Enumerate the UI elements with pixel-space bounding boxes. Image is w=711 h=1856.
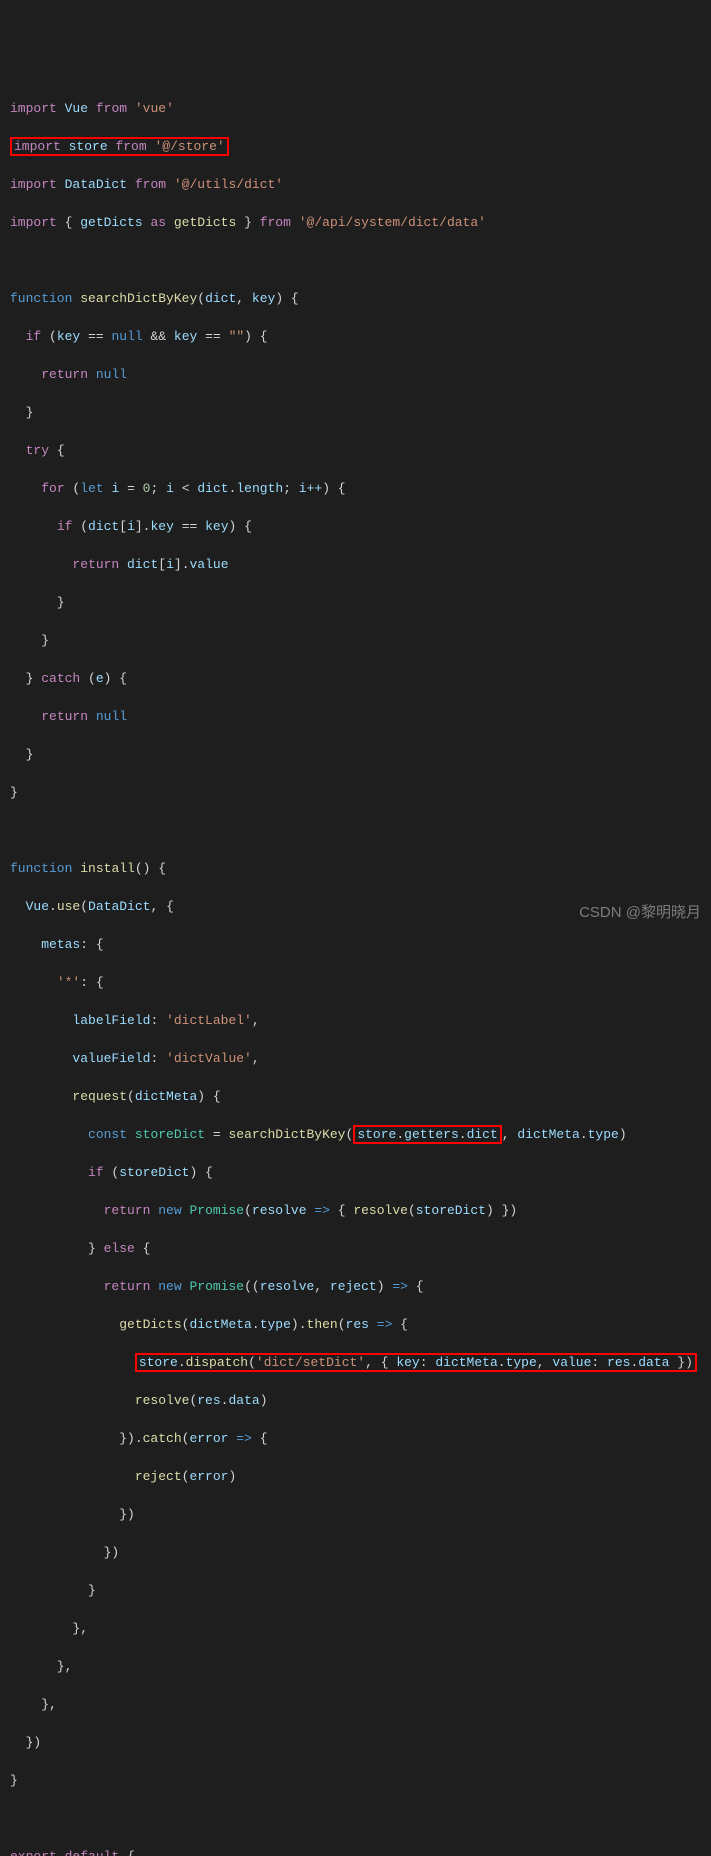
code-line: } else { [10, 1239, 711, 1258]
code-line: } [10, 1771, 711, 1790]
code-line: } catch (e) { [10, 669, 711, 688]
code-line: } [10, 593, 711, 612]
code-line: function install() { [10, 859, 711, 878]
code-line: }, [10, 1619, 711, 1638]
code-line [10, 821, 711, 840]
code-line: }) [10, 1733, 711, 1752]
code-line: }, [10, 1695, 711, 1714]
code-line: import DataDict from '@/utils/dict' [10, 175, 711, 194]
code-line: import store from '@/store' [10, 137, 711, 156]
code-line: import Vue from 'vue' [10, 99, 711, 118]
code-line: return null [10, 365, 711, 384]
code-line: if (storeDict) { [10, 1163, 711, 1182]
code-line [10, 251, 711, 270]
code-line: resolve(res.data) [10, 1391, 711, 1410]
code-line: } [10, 631, 711, 650]
watermark: CSDN @黎明晓月 [579, 903, 701, 922]
code-line: try { [10, 441, 711, 460]
code-line: } [10, 403, 711, 422]
code-line: '*': { [10, 973, 711, 992]
code-line: labelField: 'dictLabel', [10, 1011, 711, 1030]
code-line: for (let i = 0; i < dict.length; i++) { [10, 479, 711, 498]
code-line: } [10, 1581, 711, 1600]
code-line: }).catch(error => { [10, 1429, 711, 1448]
code-line: store.dispatch('dict/setDict', { key: di… [10, 1353, 711, 1372]
code-line: return null [10, 707, 711, 726]
highlight-box: store.dispatch('dict/setDict', { key: di… [135, 1353, 697, 1372]
highlight-box: import store from '@/store' [10, 137, 229, 156]
code-line: reject(error) [10, 1467, 711, 1486]
code-line: if (dict[i].key == key) { [10, 517, 711, 536]
code-line: return new Promise((resolve, reject) => … [10, 1277, 711, 1296]
code-line: request(dictMeta) { [10, 1087, 711, 1106]
code-line: if (key == null && key == "") { [10, 327, 711, 346]
code-line [10, 1809, 711, 1828]
code-line: return dict[i].value [10, 555, 711, 574]
code-line: }, [10, 1657, 711, 1676]
code-line: getDicts(dictMeta.type).then(res => { [10, 1315, 711, 1334]
highlight-box: store.getters.dict [353, 1125, 501, 1144]
code-line: }) [10, 1505, 711, 1524]
code-line: function searchDictByKey(dict, key) { [10, 289, 711, 308]
code-line: return new Promise(resolve => { resolve(… [10, 1201, 711, 1220]
code-editor[interactable]: import Vue from 'vue' import store from … [10, 80, 711, 1856]
code-line: valueField: 'dictValue', [10, 1049, 711, 1068]
code-line: }) [10, 1543, 711, 1562]
code-line: metas: { [10, 935, 711, 954]
code-line: const storeDict = searchDictByKey(store.… [10, 1125, 711, 1144]
code-line: export default { [10, 1847, 711, 1856]
code-line: import { getDicts as getDicts } from '@/… [10, 213, 711, 232]
code-line: } [10, 783, 711, 802]
code-line: } [10, 745, 711, 764]
